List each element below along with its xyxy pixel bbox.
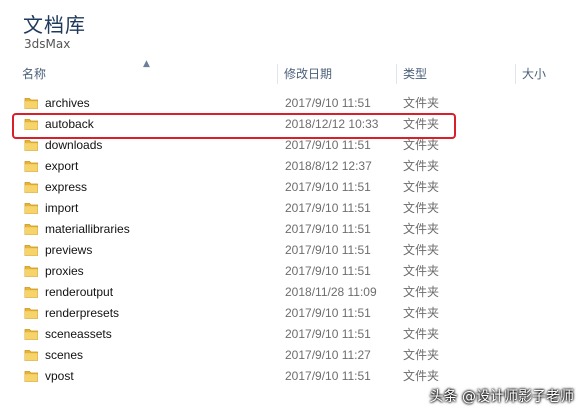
file-row[interactable]: export 2018/8/12 12:37 文件夹 <box>0 156 584 177</box>
file-type: 文件夹 <box>403 348 440 362</box>
file-modified-date: 2018/8/12 12:37 <box>285 159 372 173</box>
file-row[interactable]: previews 2017/9/10 11:51 文件夹 <box>0 240 584 261</box>
file-name: export <box>45 159 79 173</box>
file-row[interactable]: import 2017/9/10 11:51 文件夹 <box>0 198 584 219</box>
column-header-name-label: 名称 <box>22 67 47 81</box>
file-modified-date: 2017/9/10 11:27 <box>285 348 371 362</box>
folder-icon <box>24 203 38 214</box>
folder-icon <box>24 182 38 193</box>
column-header-type[interactable]: 类型 <box>399 62 514 86</box>
file-row[interactable]: archives 2017/9/10 11:51 文件夹 <box>0 93 584 114</box>
file-row[interactable]: vpost 2017/9/10 11:51 文件夹 <box>0 366 584 387</box>
folder-icon <box>24 140 38 151</box>
file-modified-date: 2017/9/10 11:51 <box>285 222 371 236</box>
file-type: 文件夹 <box>403 96 440 110</box>
file-type: 文件夹 <box>403 159 440 173</box>
column-divider[interactable] <box>396 64 397 84</box>
file-row[interactable]: renderpresets 2017/9/10 11:51 文件夹 <box>0 303 584 324</box>
file-name: import <box>45 201 79 215</box>
file-name: scenes <box>45 348 84 362</box>
file-row[interactable]: proxies 2017/9/10 11:51 文件夹 <box>0 261 584 282</box>
file-name: previews <box>45 243 93 257</box>
file-type: 文件夹 <box>403 285 440 299</box>
file-type: 文件夹 <box>403 222 440 236</box>
file-modified-date: 2017/9/10 11:51 <box>285 243 371 257</box>
folder-icon <box>24 224 38 235</box>
column-header-size-label: 大小 <box>522 67 547 81</box>
folder-icon <box>24 287 38 298</box>
file-type: 文件夹 <box>403 180 440 194</box>
file-name: proxies <box>45 264 84 278</box>
file-name: sceneassets <box>45 327 112 341</box>
file-modified-date: 2017/9/10 11:51 <box>285 201 371 215</box>
file-modified-date: 2017/9/10 11:51 <box>285 180 371 194</box>
file-type: 文件夹 <box>403 306 440 320</box>
folder-icon <box>24 350 38 361</box>
file-row[interactable]: renderoutput 2018/11/28 11:09 文件夹 <box>0 282 584 303</box>
folder-icon <box>24 98 38 109</box>
folder-icon <box>24 308 38 319</box>
file-name: renderoutput <box>45 285 114 299</box>
column-divider[interactable] <box>277 64 278 84</box>
file-type: 文件夹 <box>403 369 440 383</box>
column-header-modified-label: 修改日期 <box>284 67 333 81</box>
file-row[interactable]: express 2017/9/10 11:51 文件夹 <box>0 177 584 198</box>
file-type: 文件夹 <box>403 264 440 278</box>
file-type: 文件夹 <box>403 327 440 341</box>
file-name: vpost <box>45 369 74 383</box>
file-row[interactable]: sceneassets 2017/9/10 11:51 文件夹 <box>0 324 584 345</box>
file-modified-date: 2017/9/10 11:51 <box>285 306 371 320</box>
file-name: renderpresets <box>45 306 120 320</box>
file-name: archives <box>45 96 90 110</box>
file-type: 文件夹 <box>403 201 440 215</box>
sort-ascending-icon: ▲ <box>143 59 150 69</box>
highlight-box <box>12 113 456 139</box>
file-modified-date: 2017/9/10 11:51 <box>285 369 371 383</box>
file-modified-date: 2017/9/10 11:51 <box>285 264 371 278</box>
file-name: express <box>45 180 88 194</box>
watermark: 头条 @设计师影子老师 <box>429 389 574 405</box>
file-modified-date: 2017/9/10 11:51 <box>285 96 371 110</box>
column-header-type-label: 类型 <box>403 67 428 81</box>
folder-icon <box>24 161 38 172</box>
file-row[interactable]: scenes 2017/9/10 11:27 文件夹 <box>0 345 584 366</box>
file-name: materiallibraries <box>45 222 130 236</box>
library-title: 文档库 <box>23 13 86 37</box>
folder-icon <box>24 266 38 277</box>
folder-icon <box>24 371 38 382</box>
file-type: 文件夹 <box>403 243 440 257</box>
library-subtitle: 3dsMax <box>24 37 71 51</box>
folder-icon <box>24 329 38 340</box>
file-modified-date: 2017/9/10 11:51 <box>285 327 371 341</box>
folder-icon <box>24 245 38 256</box>
column-header-modified[interactable]: 修改日期 <box>280 62 395 86</box>
file-modified-date: 2018/11/28 11:09 <box>285 285 377 299</box>
column-header-size[interactable]: 大小 <box>518 62 584 86</box>
column-divider[interactable] <box>515 64 516 84</box>
file-row[interactable]: materiallibraries 2017/9/10 11:51 文件夹 <box>0 219 584 240</box>
column-header: 名称 ▲ 修改日期 类型 大小 <box>0 59 584 86</box>
